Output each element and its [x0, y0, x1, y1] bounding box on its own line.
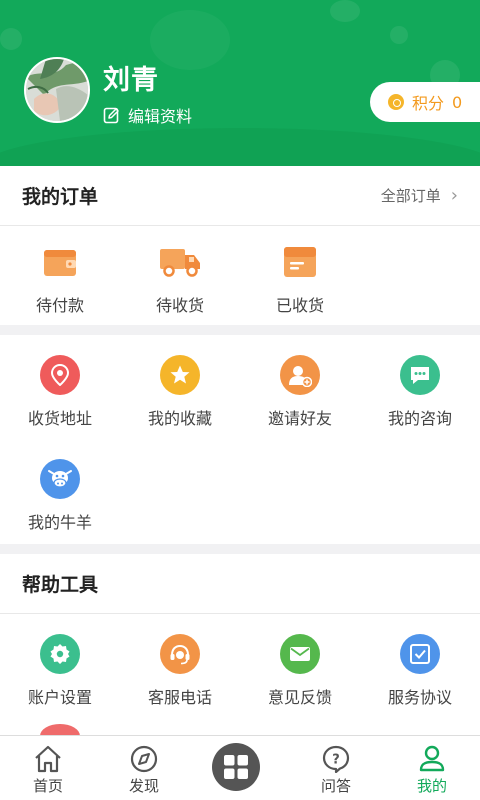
question-icon: ? [322, 745, 350, 773]
service-address[interactable]: 收货地址 [0, 335, 120, 439]
tab-mine[interactable]: 我的 [384, 736, 480, 800]
profile-header: 刘青 编辑资料 积分 0 [0, 0, 480, 166]
truck-icon [158, 242, 202, 282]
my-profile-page: 刘青 编辑资料 积分 0 我的订单 全部订单 › 待付款 待收货 已收货 收货地… [0, 0, 480, 800]
service-label: 收货地址 [27, 409, 92, 428]
star-icon [160, 355, 200, 395]
edit-icon [103, 107, 119, 123]
chevron-right-icon: › [450, 185, 458, 206]
help-tools-title: 帮助工具 [22, 574, 99, 596]
grid-icon[interactable] [212, 743, 260, 791]
orders-header: 我的订单 全部订单 › [0, 166, 480, 226]
tab-label: 发现 [128, 777, 159, 795]
tab-label: 我的 [416, 777, 447, 795]
orders-section: 我的订单 全部订单 › 待付款 待收货 已收货 [0, 166, 480, 325]
tab-qa[interactable]: ? 问答 [288, 736, 384, 800]
help-label: 意见反馈 [267, 688, 332, 707]
help-account-settings[interactable]: 账户设置 [0, 614, 120, 718]
help-feedback[interactable]: 意见反馈 [240, 614, 360, 718]
tab-center[interactable] [192, 736, 288, 800]
cow-icon [40, 459, 80, 499]
orders-title: 我的订单 [22, 186, 99, 208]
user-icon [419, 745, 445, 772]
avatar[interactable] [24, 57, 90, 123]
order-item-label: 已收货 [275, 296, 324, 315]
add-friend-icon [280, 355, 320, 395]
edit-profile-label: 编辑资料 [128, 107, 193, 126]
settings-icon [40, 634, 80, 674]
order-item-label: 待付款 [35, 296, 84, 315]
mail-icon [280, 634, 320, 674]
help-customer-service[interactable]: 客服电话 [120, 614, 240, 718]
points-badge[interactable]: 积分 0 [370, 82, 480, 122]
help-tools-header: 帮助工具 [0, 554, 480, 614]
wallet-icon [40, 242, 80, 282]
tab-home[interactable]: 首页 [0, 736, 96, 800]
bottom-tab-bar: 首页 发现 ? 问答 我的 [0, 735, 480, 800]
help-tools-section: 帮助工具 账户设置 客服电话 意见反馈 服务协议 [0, 554, 480, 748]
service-label: 邀请好友 [267, 409, 332, 428]
service-consult[interactable]: 我的咨询 [360, 335, 480, 439]
svg-text:?: ? [332, 753, 340, 768]
headset-icon [160, 634, 200, 674]
home-icon [35, 745, 61, 773]
help-label: 账户设置 [27, 688, 92, 707]
agreement-icon [400, 634, 440, 674]
tab-label: 首页 [32, 777, 63, 795]
points-label: 积分 [412, 94, 445, 113]
service-label: 我的收藏 [147, 409, 212, 428]
service-my-livestock[interactable]: 我的牛羊 [0, 439, 120, 543]
order-item-pending-payment[interactable]: 待付款 [0, 226, 120, 330]
service-label: 我的咨询 [387, 409, 452, 428]
username: 刘青 [103, 65, 159, 96]
points-value: 0 [452, 92, 463, 112]
location-pin-icon [40, 355, 80, 395]
chat-icon [400, 355, 440, 395]
edit-profile-link[interactable]: 编辑资料 [103, 103, 192, 127]
all-orders-link[interactable]: 全部订单 › [381, 185, 458, 206]
help-service-agreement[interactable]: 服务协议 [360, 614, 480, 718]
help-label: 服务协议 [387, 688, 452, 707]
coin-icon [388, 94, 404, 110]
service-invite[interactable]: 邀请好友 [240, 335, 360, 439]
compass-icon [130, 745, 158, 773]
service-favorites[interactable]: 我的收藏 [120, 335, 240, 439]
order-item-received[interactable]: 已收货 [240, 226, 360, 330]
help-label: 客服电话 [147, 688, 212, 707]
all-orders-label: 全部订单 [380, 187, 441, 205]
tab-label: 问答 [320, 777, 351, 795]
service-label: 我的牛羊 [27, 513, 92, 532]
box-icon [280, 242, 320, 282]
order-item-label: 待收货 [155, 296, 204, 315]
services-section: 收货地址 我的收藏 邀请好友 我的咨询 我的牛羊 [0, 335, 480, 544]
order-item-pending-receipt[interactable]: 待收货 [120, 226, 240, 330]
tab-discover[interactable]: 发现 [96, 736, 192, 800]
